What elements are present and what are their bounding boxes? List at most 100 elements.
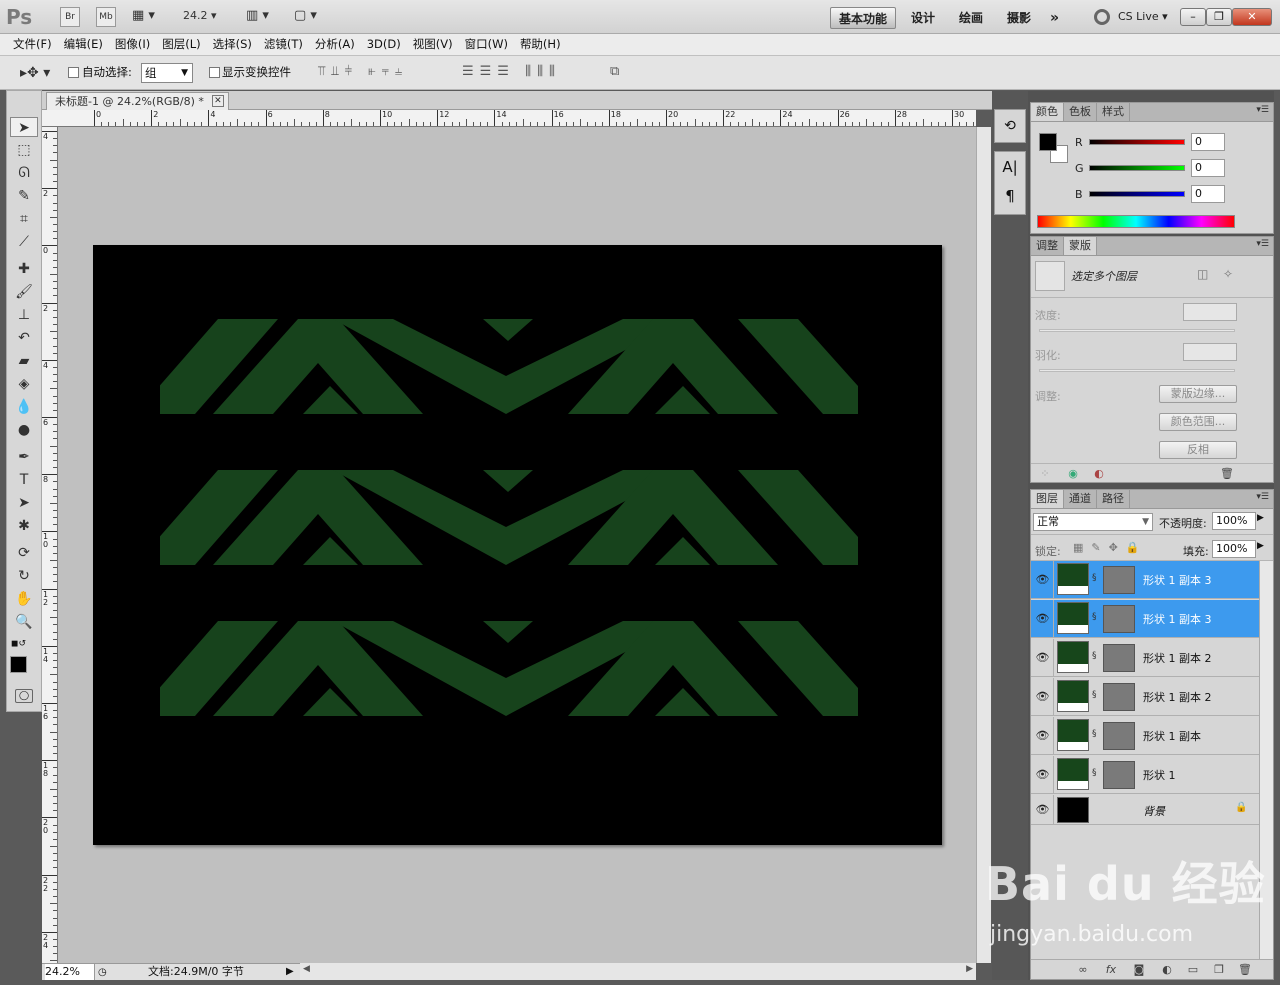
visibility-eye-icon[interactable]: 👁: [1032, 756, 1054, 794]
zoom-status-field[interactable]: 24.2%: [45, 964, 95, 980]
layer-name[interactable]: 形状 1 副本 2: [1143, 689, 1212, 705]
vertical-ruler[interactable]: 4 2 0 2 4 6 8 1 0 1 2 1 4 1 6 1 8 2 0 2 2 2 4: [42, 127, 58, 963]
path-selection-tool-icon[interactable]: ➤: [10, 493, 38, 513]
load-selection-icon[interactable]: ⁘: [1037, 466, 1053, 482]
workspace-design[interactable]: 设计: [903, 7, 943, 29]
custom-shape-tool-icon[interactable]: ✱: [10, 516, 38, 536]
layer-row[interactable]: 👁 § 形状 1 副本 3: [1031, 561, 1261, 599]
blur-tool-icon[interactable]: 💧: [10, 397, 38, 417]
delete-mask-icon[interactable]: 🗑: [1219, 466, 1235, 482]
status-menu-arrow-icon[interactable]: ▶: [286, 964, 294, 980]
tab-styles[interactable]: 样式: [1097, 103, 1130, 121]
close-window-button[interactable]: ✕: [1232, 8, 1272, 26]
menu-help[interactable]: 帮助(H): [514, 34, 567, 55]
horizontal-ruler[interactable]: 0 2 4 6 8 10 12 14 16 18 20 22 24 26 28 30: [57, 110, 976, 127]
r-value-input[interactable]: 0: [1191, 133, 1225, 151]
menu-window[interactable]: 窗口(W): [459, 34, 514, 55]
b-slider[interactable]: [1089, 191, 1185, 197]
foreground-color-swatch[interactable]: [10, 656, 27, 673]
layer-name[interactable]: 形状 1: [1143, 767, 1176, 783]
text-panels-collapsed[interactable]: A| ¶: [994, 151, 1026, 215]
layer-style-icon[interactable]: fx: [1103, 962, 1119, 978]
marquee-tool-icon[interactable]: ⬚: [10, 140, 38, 160]
healing-brush-tool-icon[interactable]: ✚: [10, 259, 38, 279]
tab-adjustments[interactable]: 调整: [1031, 237, 1064, 255]
zoom-tool-icon[interactable]: 🔍: [10, 612, 38, 632]
auto-select-dropdown[interactable]: 组 ▼: [141, 63, 193, 83]
zoom-level-dropdown[interactable]: 24.2 ▾: [183, 9, 233, 25]
panel-menu-icon[interactable]: ▾☰: [1256, 492, 1269, 502]
visibility-eye-icon[interactable]: 👁: [1032, 795, 1054, 825]
new-layer-icon[interactable]: ❐: [1211, 962, 1227, 978]
opacity-input[interactable]: 100%: [1212, 512, 1256, 530]
background-layer-row[interactable]: 👁 背景 🔒: [1031, 795, 1261, 825]
lasso-tool-icon[interactable]: ᘏ: [10, 163, 38, 183]
layer-row[interactable]: 👁 § 形状 1 副本 2: [1031, 678, 1261, 716]
canvas-workspace[interactable]: [58, 127, 976, 963]
history-brush-tool-icon[interactable]: ↶: [10, 328, 38, 348]
horizontal-scrollbar[interactable]: ◀ ▶: [300, 963, 976, 980]
disable-mask-icon[interactable]: ◐: [1091, 466, 1107, 482]
dodge-tool-icon[interactable]: ●: [10, 420, 38, 440]
minimize-window-button[interactable]: –: [1180, 8, 1206, 26]
r-slider[interactable]: [1089, 139, 1185, 145]
pixel-mask-icon[interactable]: ◫: [1197, 267, 1208, 281]
show-transform-checkbox[interactable]: [209, 67, 220, 78]
layer-name[interactable]: 形状 1 副本: [1143, 728, 1201, 744]
panel-menu-icon[interactable]: ▾☰: [1256, 105, 1269, 115]
status-info-icon[interactable]: ◷: [98, 965, 107, 981]
document-canvas[interactable]: [93, 245, 942, 845]
layer-row[interactable]: 👁 § 形状 1: [1031, 756, 1261, 794]
tab-swatches[interactable]: 色板: [1064, 103, 1097, 121]
tool-preset-picker[interactable]: ▸✥ ▾: [20, 65, 50, 81]
brush-tool-icon[interactable]: 🖌: [10, 282, 38, 302]
tab-layers[interactable]: 图层: [1031, 490, 1064, 508]
new-group-icon[interactable]: ▭: [1185, 962, 1201, 978]
layer-name[interactable]: 形状 1 副本 2: [1143, 650, 1212, 666]
arrange-documents-dropdown[interactable]: ▥ ▾: [246, 8, 280, 26]
distribute-buttons[interactable]: ☰☰☰ ⫼⫼⫼: [462, 64, 561, 79]
eraser-tool-icon[interactable]: ▰: [10, 351, 38, 371]
layer-name[interactable]: 形状 1 副本 3: [1143, 611, 1212, 627]
history-panel-collapsed[interactable]: ⟲: [994, 109, 1026, 143]
menu-filter[interactable]: 滤镜(T): [258, 34, 309, 55]
delete-layer-icon[interactable]: 🗑: [1237, 962, 1253, 978]
tab-channels[interactable]: 通道: [1064, 490, 1097, 508]
menu-image[interactable]: 图像(I): [109, 34, 156, 55]
menu-select[interactable]: 选择(S): [207, 34, 258, 55]
link-layers-icon[interactable]: ∞: [1075, 962, 1091, 978]
restore-window-button[interactable]: ❐: [1206, 8, 1232, 26]
apply-mask-icon[interactable]: ◉: [1065, 466, 1081, 482]
tab-paths[interactable]: 路径: [1097, 490, 1130, 508]
pen-tool-icon[interactable]: ✒: [10, 447, 38, 467]
close-document-icon[interactable]: ✕: [211, 95, 224, 107]
fill-arrow-icon[interactable]: ▶: [1257, 541, 1264, 551]
panel-menu-icon[interactable]: ▾☰: [1256, 239, 1269, 249]
fill-input[interactable]: 100%: [1212, 540, 1256, 558]
visibility-eye-icon[interactable]: 👁: [1032, 639, 1054, 677]
document-tab[interactable]: 未标题-1 @ 24.2%(RGB/8) * ✕: [46, 92, 229, 110]
align-buttons[interactable]: ⫪⫫⫩ ⫦⫧⫨: [318, 64, 408, 79]
workspace-essentials[interactable]: 基本功能: [830, 7, 897, 29]
auto-select-checkbox[interactable]: [68, 67, 79, 78]
type-tool-icon[interactable]: T: [10, 470, 38, 490]
menu-view[interactable]: 视图(V): [407, 34, 459, 55]
background-layer-name[interactable]: 背景: [1143, 803, 1165, 819]
ruler-origin[interactable]: [42, 110, 58, 127]
more-workspaces-icon[interactable]: »: [1042, 7, 1067, 29]
layer-row[interactable]: 👁 § 形状 1 副本 3: [1031, 600, 1261, 638]
auto-align-layers-icon[interactable]: ⧉: [610, 64, 619, 79]
workspace-painting[interactable]: 绘画: [951, 7, 991, 29]
quick-selection-tool-icon[interactable]: ✎: [10, 186, 38, 206]
cs-live-menu[interactable]: CS Live ▾: [1118, 10, 1168, 23]
eyedropper-tool-icon[interactable]: ⟋: [10, 232, 38, 252]
menu-file[interactable]: 文件(F): [7, 34, 58, 55]
launch-minibridge-button[interactable]: Mb: [96, 7, 116, 27]
move-tool-icon[interactable]: ➤: [10, 117, 38, 137]
visibility-eye-icon[interactable]: 👁: [1032, 717, 1054, 755]
layer-row[interactable]: 👁 § 形状 1 副本: [1031, 717, 1261, 755]
color-range-button[interactable]: 颜色范围...: [1159, 413, 1237, 431]
paragraph-icon[interactable]: ¶: [995, 182, 1025, 210]
lock-icons[interactable]: ▦✎✥🔒: [1073, 541, 1148, 554]
workspace-photography[interactable]: 摄影: [999, 7, 1039, 29]
